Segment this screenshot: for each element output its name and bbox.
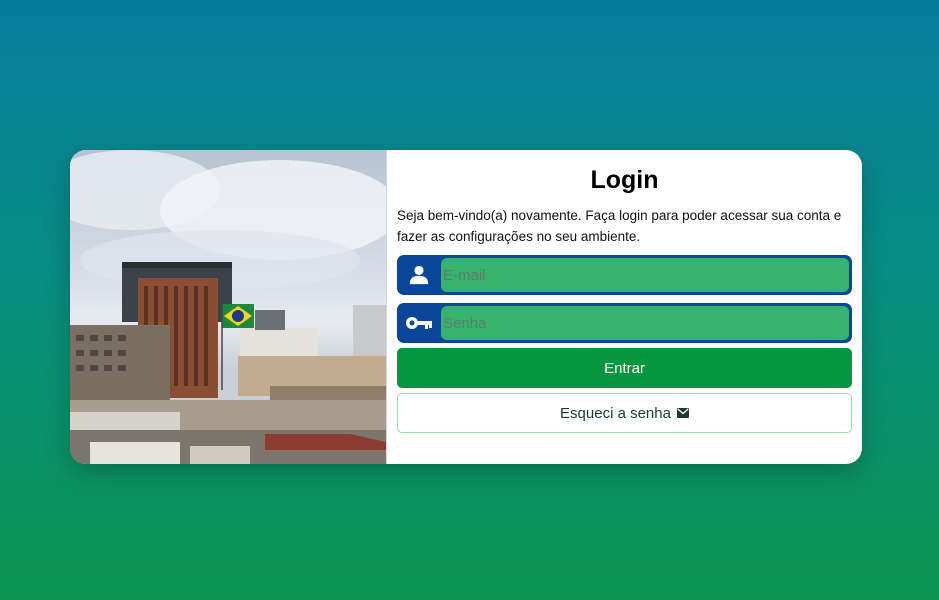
email-field-group — [397, 255, 852, 295]
forgot-password-label: Esqueci a senha — [560, 404, 671, 422]
welcome-text: Seja bem-vindo(a) novamente. Faça login … — [397, 208, 842, 244]
page-title: Login — [590, 166, 659, 194]
login-form: Login Seja bem-vindo(a) novamente. Faça … — [387, 150, 862, 464]
user-icon — [397, 255, 441, 295]
email-input[interactable] — [441, 258, 849, 292]
city-photo — [70, 150, 387, 464]
login-button-label: Entrar — [604, 359, 645, 377]
forgot-password-button[interactable]: Esqueci a senha — [397, 393, 852, 433]
password-field-group — [397, 303, 852, 343]
login-card: Login Seja bem-vindo(a) novamente. Faça … — [70, 150, 862, 464]
key-icon — [397, 303, 441, 343]
login-button[interactable]: Entrar — [397, 348, 852, 388]
envelope-icon — [676, 408, 689, 418]
password-input[interactable] — [441, 306, 849, 340]
